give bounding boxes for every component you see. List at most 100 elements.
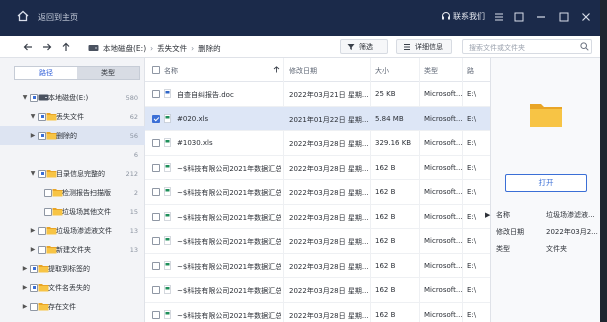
forward-arrow-icon[interactable] [41,41,53,53]
table-row[interactable]: 自查自纠报告.doc 2022年03月21日 星期... 25 KB Microsof… [145,82,490,107]
tree-item-count: 6 [133,150,138,159]
table-row[interactable]: ~$科技有限公司2021年数据汇总... 2022年03月28日 星期... 162… [145,254,490,278]
cell-type: Microsoft... [424,237,463,245]
cell-size: 329.16 KB [375,139,412,147]
expand-right-icon[interactable]: ▶ [22,265,28,272]
open-button[interactable]: 打开 [505,174,587,192]
column-name[interactable]: 名称 [164,66,178,76]
select-all-checkbox[interactable] [152,66,160,74]
tree-checkbox[interactable] [44,188,52,197]
back-arrow-icon[interactable] [22,41,34,53]
row-checkbox[interactable] [152,261,160,270]
tree-checkbox[interactable] [44,207,52,216]
row-checkbox[interactable] [152,114,160,123]
search-input[interactable]: 搜索文件或文件夹 [462,39,592,54]
sort-up-icon[interactable] [273,66,280,73]
breadcrumb-lost-files[interactable]: 丢失文件 [157,43,187,54]
cell-size: 162 B [375,310,396,319]
excel-file-icon [164,138,171,147]
table-row[interactable]: ~$科技有限公司2021年数据汇总... 2022年03月28日 星期... 162… [145,156,490,180]
tree-item[interactable]: ▶ 新建文件夹 13 [0,240,145,259]
column-size[interactable]: 大小 [375,66,389,76]
tree-checkbox[interactable] [30,283,38,292]
tree-checkbox[interactable] [38,226,46,235]
tab-path[interactable]: 路径 [15,67,77,79]
tree-checkbox[interactable] [38,169,46,178]
expand-right-icon[interactable]: ▶ [22,303,28,310]
tree-item[interactable]: ▼ 丢失文件 62 [0,107,145,126]
table-row[interactable]: #020.xls 2021年01月22日 星期... 5.84 MB Microsof… [145,106,490,131]
tree-item[interactable]: ▶ 文件名丢失的 [0,278,145,297]
tree-item[interactable]: 垃圾场其他文件 15 [0,202,145,221]
tree-item[interactable]: ▶ 提取到标签的 [0,259,145,278]
column-type[interactable]: 类型 [424,66,438,76]
row-checkbox[interactable] [152,90,160,98]
column-path[interactable]: 路 [467,66,474,76]
tree-item[interactable]: ▶ 垃圾场渗滤液文件 13 [0,221,145,240]
tree-item[interactable]: 检测报告扫描版 2 [0,183,145,202]
menu-icon[interactable] [493,11,505,23]
back-to-home-link[interactable]: 返回到主页 [38,12,78,23]
tree-checkbox[interactable] [38,245,46,254]
expand-right-icon[interactable]: ▶ [30,246,36,253]
row-checkbox[interactable] [152,163,160,172]
cell-path: E:\ [467,139,477,147]
toolbar: 本地磁盘(E:) › 丢失文件 › 删除的 筛选 详细信息 搜索文件或文件夹 [0,36,600,58]
cell-date: 2021年01月22日 星期... [289,115,369,124]
table-row[interactable]: ~$科技有限公司2021年数据汇总... 2022年03月28日 星期... 162… [145,180,490,205]
tree-item-label: 存在文件 [48,302,76,311]
cell-name: ~$科技有限公司2021年数据汇总... [177,287,281,295]
tree-checkbox[interactable] [30,264,38,273]
table-row[interactable]: ~$科技有限公司2021年数据汇总... 2022年03月28日 星期... 162… [145,205,490,229]
close-icon[interactable] [580,11,592,23]
tree-item[interactable]: ▼ 目录信息完整的 212 [0,164,145,183]
tree-checkbox[interactable] [30,93,38,102]
property-value: 2022年03月2... [546,228,598,236]
home-icon[interactable] [16,9,30,23]
breadcrumb-drive[interactable]: 本地磁盘(E:) [103,43,146,54]
up-arrow-icon[interactable] [60,41,72,53]
table-row[interactable]: ~$科技有限公司2021年数据汇总... 2022年03月28日 星期... 162… [145,229,490,254]
tree-item-count: 212 [125,169,138,178]
row-checkbox[interactable] [152,188,160,196]
tree-item[interactable]: ▼ 本地磁盘(E:) 580 [0,88,145,107]
minimize-icon[interactable] [535,11,547,23]
table-row[interactable]: ~$科技有限公司2021年数据汇总... 2022年03月28日 星期... 162… [145,303,490,322]
row-checkbox[interactable] [152,310,160,319]
cell-type: Microsoft... [424,286,463,294]
tree-item[interactable]: 6 [0,145,145,164]
expand-right-icon[interactable]: ▶ [30,227,36,234]
expand-right-icon[interactable]: ▶ [22,284,28,291]
table-row[interactable]: #1030.xls 2022年03月28日 星期... 329.16 KB Micro… [145,131,490,156]
details-expand-arrow[interactable]: ▶ [485,211,490,219]
contact-us-link[interactable]: 联系我们 [453,11,485,22]
tree-checkbox[interactable] [38,131,46,140]
tree-item-label: 垃圾场渗滤液文件 [56,226,112,235]
cell-type: Microsoft... [424,139,463,147]
search-icon[interactable] [580,42,589,51]
row-checkbox[interactable] [152,286,160,294]
restore-icon[interactable] [513,11,525,23]
breadcrumb-deleted[interactable]: 删除的 [198,43,221,54]
filter-button[interactable]: 筛选 [340,39,388,54]
tree-checkbox[interactable] [30,302,38,311]
table-row[interactable]: ~$科技有限公司2021年数据汇总... 2022年03月28日 星期... 162… [145,278,490,303]
maximize-icon[interactable] [558,11,570,23]
row-checkbox[interactable] [152,237,160,245]
view-tabs: 路径 类型 [14,66,140,80]
expand-down-icon[interactable]: ▼ [30,113,36,120]
details-button[interactable]: 详细信息 [396,39,452,54]
column-modified-date[interactable]: 修改日期 [289,66,317,76]
expand-right-icon[interactable]: ▶ [30,132,36,139]
tree-checkbox[interactable] [38,112,46,121]
row-checkbox[interactable] [152,212,160,221]
expand-down-icon[interactable]: ▼ [22,94,28,101]
tree-item[interactable]: ▶ 存在文件 [0,297,145,316]
cell-size: 162 B [375,261,396,270]
tree-item-count: 13 [129,245,138,254]
tab-type[interactable]: 类型 [77,67,139,79]
row-checkbox[interactable] [152,139,160,147]
expand-down-icon[interactable]: ▼ [30,170,36,177]
tree-item[interactable]: ▶ 删除的 56 [0,126,145,145]
property-value: 文件夹 [546,245,567,253]
